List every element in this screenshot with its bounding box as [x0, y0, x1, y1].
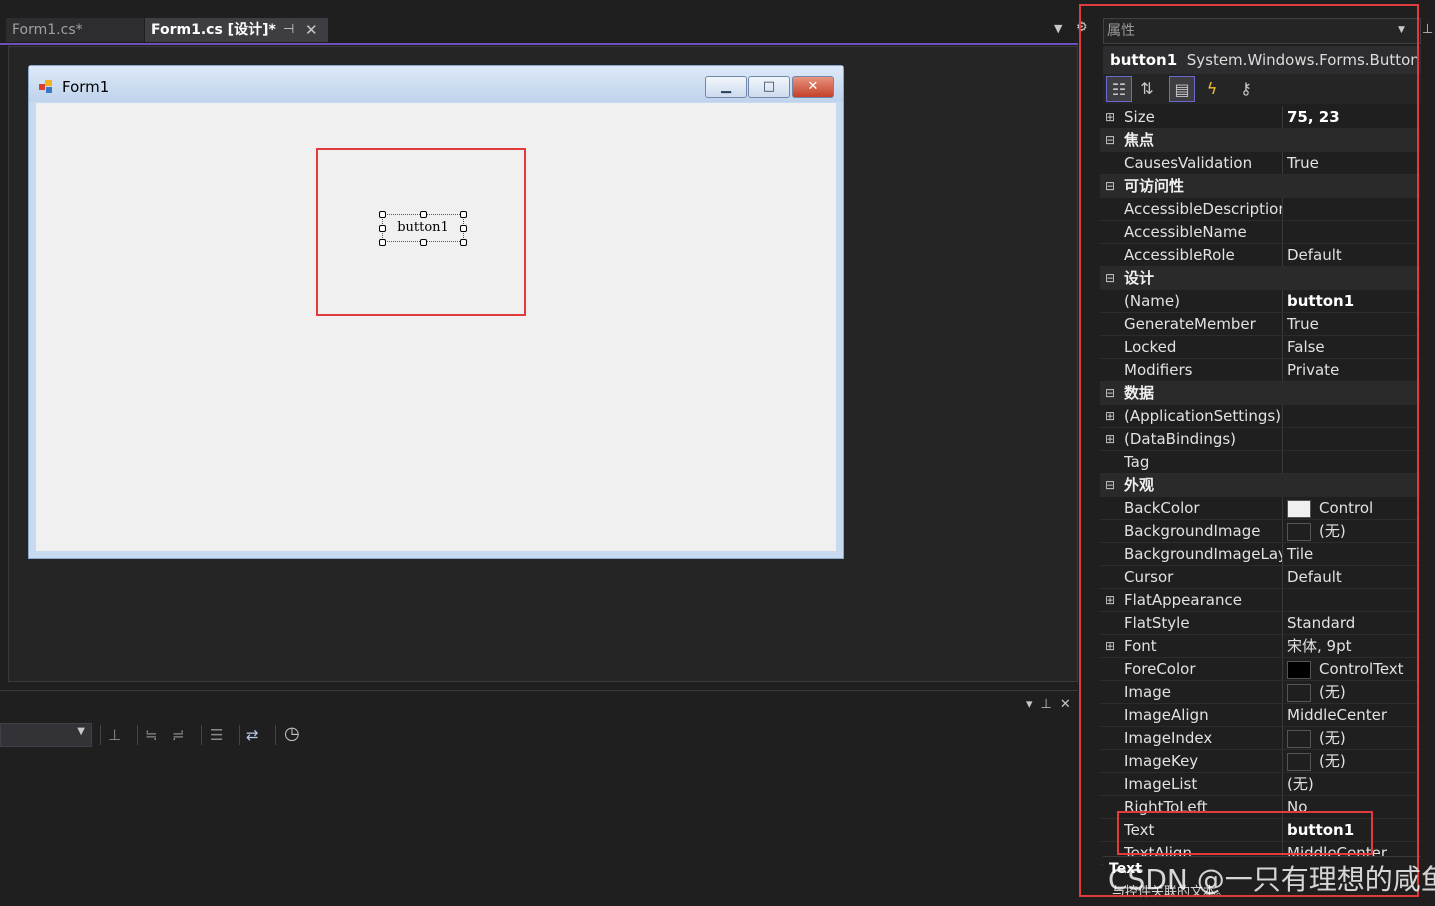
annotation-highlight-text-row: [1117, 811, 1373, 855]
dropdown-icon[interactable]: ▾: [1026, 697, 1041, 712]
word-wrap-icon[interactable]: ⇄: [246, 726, 259, 744]
panel-divider: [0, 690, 1078, 691]
document-tab-strip: Form1.cs* Form1.cs [设计]* ⊣ ✕: [0, 16, 1078, 44]
pin-icon[interactable]: ⊣: [283, 18, 294, 42]
pin-icon[interactable]: ⊥: [1422, 22, 1433, 37]
tab-label: Form1.cs [设计]*: [151, 22, 276, 38]
form-title: Form1: [62, 78, 110, 96]
minimize-icon[interactable]: ▁: [705, 76, 747, 98]
panel-controls: ▾⊥✕: [1026, 697, 1079, 712]
indent-decrease-icon[interactable]: ≒: [145, 726, 158, 744]
annotation-highlight-properties: [1079, 4, 1419, 897]
close-icon[interactable]: ✕: [1060, 697, 1079, 712]
toolbar-separator: [100, 725, 101, 745]
tab-form1-designer[interactable]: Form1.cs [设计]* ⊣ ✕: [145, 18, 328, 42]
form-icon: [39, 80, 52, 93]
toolbar-separator: [239, 725, 240, 745]
tab-list-dropdown-icon[interactable]: ▼: [1054, 22, 1062, 35]
tab-label: Form1.cs*: [12, 22, 83, 38]
toolbar-separator: [201, 725, 202, 745]
align-left-icon[interactable]: ⊥: [108, 726, 121, 744]
clock-icon[interactable]: ◷: [284, 723, 300, 744]
chevron-down-icon: ▼: [77, 726, 85, 737]
watermark: CSDN @一只有理想的咸鱼: [1108, 863, 1435, 896]
maximize-icon[interactable]: □: [748, 76, 790, 98]
clear-all-icon[interactable]: ☰: [210, 726, 223, 744]
form-titlebar: Form1 ▁ □ ✕: [29, 66, 843, 102]
pin-icon[interactable]: ⊥: [1041, 697, 1060, 712]
toolbar-separator: [137, 725, 138, 745]
close-window-icon[interactable]: ✕: [792, 76, 834, 98]
close-icon[interactable]: ✕: [305, 18, 318, 42]
toolbar-separator: [275, 725, 276, 745]
tab-accent-line: [0, 43, 1078, 45]
indent-increase-icon[interactable]: ≓: [172, 726, 185, 744]
tab-form1-code[interactable]: Form1.cs*: [6, 18, 144, 42]
output-source-combo[interactable]: ▼: [0, 723, 92, 747]
annotation-highlight-button: [316, 148, 526, 316]
